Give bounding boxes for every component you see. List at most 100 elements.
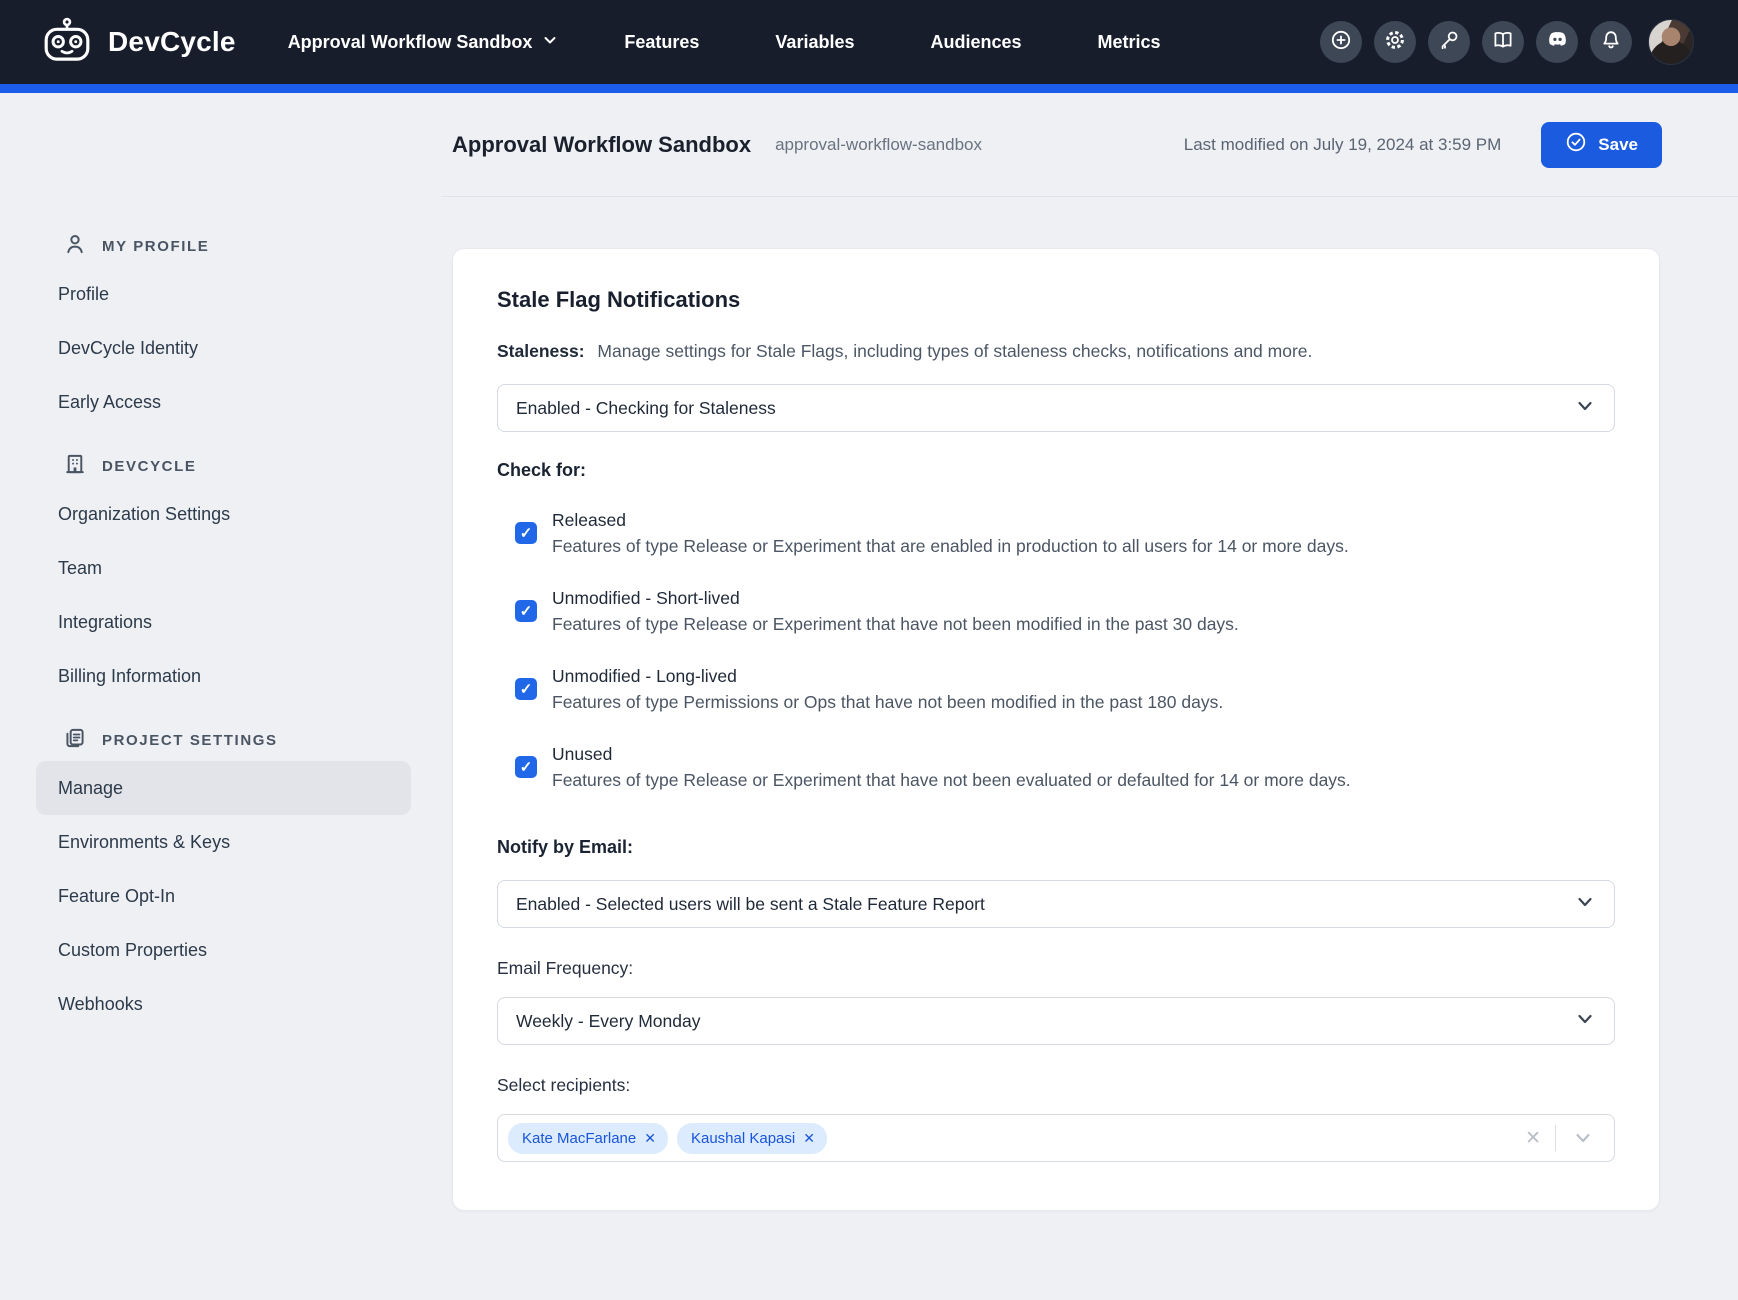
project-selector-label: Approval Workflow Sandbox bbox=[288, 32, 533, 53]
building-icon bbox=[62, 451, 88, 481]
project-selector[interactable]: Approval Workflow Sandbox bbox=[288, 32, 559, 53]
create-button[interactable] bbox=[1320, 21, 1362, 63]
nav-link-audiences[interactable]: Audiences bbox=[930, 32, 1021, 53]
devcycle-robot-icon bbox=[40, 17, 94, 68]
check-label: Unused bbox=[552, 741, 1351, 767]
unused-checkbox[interactable] bbox=[515, 756, 537, 778]
sidebar-section-title: MY PROFILE bbox=[102, 238, 209, 255]
sidebar-section-project-settings: PROJECT SETTINGS Manage Environments & K… bbox=[0, 719, 441, 1031]
gear-icon bbox=[1383, 28, 1407, 57]
main-content: Stale Flag Notifications Staleness: Mana… bbox=[441, 197, 1738, 1211]
devcycle-logo[interactable]: DevCycle bbox=[40, 17, 236, 68]
check-circle-icon bbox=[1565, 131, 1587, 158]
check-description: Features of type Release or Experiment t… bbox=[552, 767, 1351, 793]
sidebar-item-custom-properties[interactable]: Custom Properties bbox=[36, 923, 411, 977]
last-modified-text: Last modified on July 19, 2024 at 3:59 P… bbox=[1184, 135, 1502, 155]
check-texts: Released Features of type Release or Exp… bbox=[552, 507, 1349, 559]
recipient-name: Kate MacFarlane bbox=[522, 1130, 636, 1147]
recipients-multiselect[interactable]: Kate MacFarlane Kaushal Kapasi bbox=[497, 1114, 1615, 1162]
discord-button[interactable] bbox=[1536, 21, 1578, 63]
sidebar-item-environments-keys[interactable]: Environments & Keys bbox=[36, 815, 411, 869]
recipient-name: Kaushal Kapasi bbox=[691, 1130, 795, 1147]
staleness-label: Staleness: bbox=[497, 341, 585, 361]
check-row-unmodified-long-lived: Unmodified - Long-lived Features of type… bbox=[497, 663, 1615, 715]
discord-icon bbox=[1545, 27, 1570, 57]
check-label: Unmodified - Long-lived bbox=[552, 663, 1223, 689]
sidebar-item-webhooks[interactable]: Webhooks bbox=[36, 977, 411, 1031]
check-row-released: Released Features of type Release or Exp… bbox=[497, 507, 1615, 559]
sidebar-item-profile[interactable]: Profile bbox=[36, 267, 411, 321]
recipient-tag: Kaushal Kapasi bbox=[677, 1123, 827, 1154]
notifications-button[interactable] bbox=[1590, 21, 1632, 63]
person-icon bbox=[62, 231, 88, 261]
email-frequency-select-value: Weekly - Every Monday bbox=[516, 1011, 1574, 1032]
app-root: DevCycle Approval Workflow Sandbox Featu… bbox=[0, 0, 1738, 1300]
check-row-unmodified-short-lived: Unmodified - Short-lived Features of typ… bbox=[497, 585, 1615, 637]
released-checkbox[interactable] bbox=[515, 522, 537, 544]
check-label: Released bbox=[552, 507, 1349, 533]
page-slug: approval-workflow-sandbox bbox=[775, 135, 982, 155]
sidebar-item-billing-information[interactable]: Billing Information bbox=[36, 649, 411, 703]
key-icon bbox=[1437, 28, 1461, 57]
sidebar-section-header: DEVCYCLE bbox=[0, 445, 441, 487]
card-title: Stale Flag Notifications bbox=[497, 287, 1615, 313]
sidebar-section-header: MY PROFILE bbox=[0, 225, 441, 267]
staleness-description-row: Staleness: Manage settings for Stale Fla… bbox=[497, 341, 1615, 362]
nav-links: Features Variables Audiences Metrics bbox=[624, 32, 1160, 53]
unmodified-short-lived-checkbox[interactable] bbox=[515, 600, 537, 622]
check-description: Features of type Release or Experiment t… bbox=[552, 611, 1239, 637]
stale-flag-card: Stale Flag Notifications Staleness: Mana… bbox=[452, 248, 1660, 1211]
remove-recipient-icon[interactable] bbox=[644, 1130, 656, 1147]
select-recipients-label: Select recipients: bbox=[497, 1075, 1615, 1096]
unmodified-long-lived-checkbox[interactable] bbox=[515, 678, 537, 700]
sidebar-section-devcycle: DEVCYCLE Organization Settings Team Inte… bbox=[0, 445, 441, 703]
nav-link-variables[interactable]: Variables bbox=[775, 32, 854, 53]
sidebar-item-organization-settings[interactable]: Organization Settings bbox=[36, 487, 411, 541]
chevron-down-icon bbox=[1574, 1008, 1596, 1035]
sidebar-item-integrations[interactable]: Integrations bbox=[36, 595, 411, 649]
notify-by-email-heading: Notify by Email: bbox=[497, 837, 1615, 858]
sidebar-section-title: DEVCYCLE bbox=[102, 458, 196, 475]
api-keys-button[interactable] bbox=[1428, 21, 1470, 63]
chevron-down-icon[interactable] bbox=[1556, 1127, 1600, 1149]
sidebar-item-feature-opt-in[interactable]: Feature Opt-In bbox=[36, 869, 411, 923]
check-texts: Unused Features of type Release or Exper… bbox=[552, 741, 1351, 793]
sidebar-section-title: PROJECT SETTINGS bbox=[102, 732, 278, 749]
sidebar-item-devcycle-identity[interactable]: DevCycle Identity bbox=[36, 321, 411, 375]
clipboard-icon bbox=[62, 725, 88, 755]
clear-recipients-icon[interactable] bbox=[1511, 1127, 1555, 1150]
check-texts: Unmodified - Short-lived Features of typ… bbox=[552, 585, 1239, 637]
nav-link-features[interactable]: Features bbox=[624, 32, 699, 53]
nav-link-metrics[interactable]: Metrics bbox=[1098, 32, 1161, 53]
sidebar-section-header: PROJECT SETTINGS bbox=[0, 719, 441, 761]
remove-recipient-icon[interactable] bbox=[803, 1130, 815, 1147]
user-avatar[interactable] bbox=[1648, 19, 1694, 65]
chevron-down-icon bbox=[1574, 891, 1596, 918]
check-description: Features of type Permissions or Ops that… bbox=[552, 689, 1223, 715]
sidebar-item-team[interactable]: Team bbox=[36, 541, 411, 595]
staleness-description: Manage settings for Stale Flags, includi… bbox=[597, 341, 1312, 361]
check-description: Features of type Release or Experiment t… bbox=[552, 533, 1349, 559]
staleness-select[interactable]: Enabled - Checking for Staleness bbox=[497, 384, 1615, 432]
check-label: Unmodified - Short-lived bbox=[552, 585, 1239, 611]
notify-select[interactable]: Enabled - Selected users will be sent a … bbox=[497, 880, 1615, 928]
page-title: Approval Workflow Sandbox bbox=[452, 132, 751, 158]
settings-button[interactable] bbox=[1374, 21, 1416, 63]
sidebar-item-manage[interactable]: Manage bbox=[36, 761, 411, 815]
brand-name: DevCycle bbox=[108, 26, 236, 58]
email-frequency-select[interactable]: Weekly - Every Monday bbox=[497, 997, 1615, 1045]
recipient-tags: Kate MacFarlane Kaushal Kapasi bbox=[508, 1123, 1511, 1154]
chevron-down-icon bbox=[542, 32, 558, 53]
check-texts: Unmodified - Long-lived Features of type… bbox=[552, 663, 1223, 715]
notify-select-value: Enabled - Selected users will be sent a … bbox=[516, 894, 1574, 915]
save-button[interactable]: Save bbox=[1541, 122, 1662, 168]
sidebar: MY PROFILE Profile DevCycle Identity Ear… bbox=[0, 197, 441, 1211]
staleness-select-value: Enabled - Checking for Staleness bbox=[516, 398, 1574, 419]
top-navbar: DevCycle Approval Workflow Sandbox Featu… bbox=[0, 0, 1738, 84]
page-header: Approval Workflow Sandbox approval-workf… bbox=[441, 93, 1738, 197]
save-button-label: Save bbox=[1598, 135, 1638, 155]
check-row-unused: Unused Features of type Release or Exper… bbox=[497, 741, 1615, 793]
docs-button[interactable] bbox=[1482, 21, 1524, 63]
sidebar-item-early-access[interactable]: Early Access bbox=[36, 375, 411, 429]
recipient-tag: Kate MacFarlane bbox=[508, 1123, 668, 1154]
